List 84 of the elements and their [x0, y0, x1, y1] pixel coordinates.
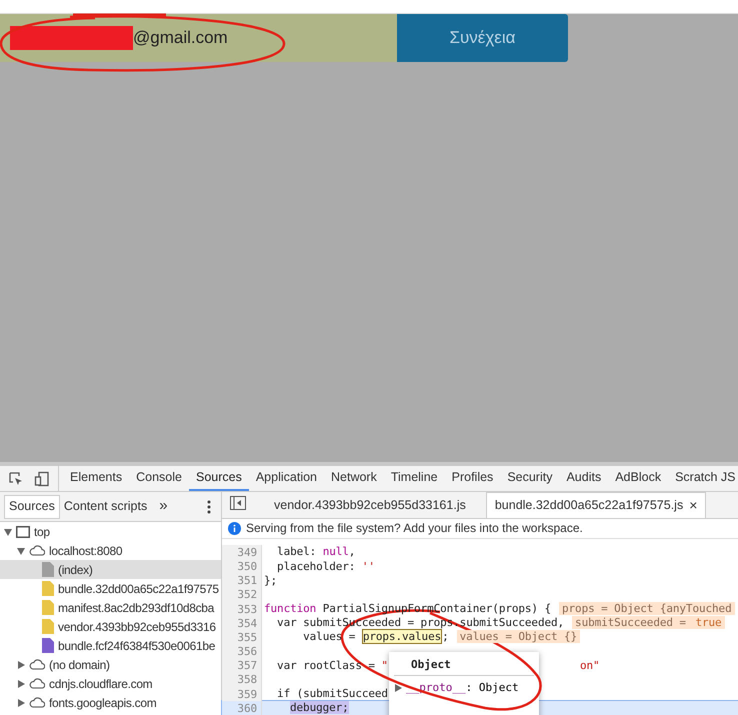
- file-item[interactable]: bundle.32dd00a65c22a1f97575: [0, 579, 221, 598]
- file-icon: [42, 619, 54, 634]
- line-number: 357: [222, 658, 262, 672]
- devtools-tab[interactable]: Scratch JS: [668, 466, 738, 491]
- devtools-tab[interactable]: Timeline: [384, 466, 445, 491]
- tab-label: bundle.32dd00a65c22a1f97575.js: [494, 497, 684, 514]
- cloud-icon: [29, 697, 45, 708]
- devtools-tab[interactable]: Network: [324, 466, 384, 491]
- code-text: };: [264, 574, 278, 587]
- close-icon[interactable]: ×: [689, 495, 698, 516]
- code-text: ;: [442, 630, 449, 644]
- code-text: ,: [348, 545, 356, 558]
- cloud-icon: [29, 545, 45, 556]
- cloud-icon: [29, 678, 45, 689]
- line-number: 356: [222, 644, 262, 658]
- navigator-tab[interactable]: Sources: [4, 494, 60, 518]
- tree-item[interactable]: top: [0, 522, 221, 541]
- line-number: 359: [222, 686, 262, 701]
- file-icon: [42, 600, 54, 615]
- device-icon[interactable]: [34, 470, 50, 486]
- collapse-triangle-icon[interactable]: [17, 546, 25, 554]
- tree-item[interactable]: (no domain): [0, 655, 221, 674]
- file-item[interactable]: bundle.fcf24f6384f530e0061be: [0, 636, 221, 655]
- email-value: @gmail.com: [133, 27, 228, 50]
- line-number: 350: [222, 558, 262, 574]
- navigator-tab[interactable]: Content scripts: [60, 494, 152, 518]
- more-tabs-icon[interactable]: »: [159, 495, 168, 518]
- code-text: label:: [276, 545, 318, 558]
- tree-item[interactable]: localhost:8080: [0, 541, 221, 560]
- expand-triangle-icon: [395, 684, 402, 692]
- devtools-tab[interactable]: Application: [248, 466, 324, 491]
- file-item[interactable]: vendor.4393bb92ceb955d3316: [0, 617, 221, 636]
- string-literal: '': [362, 560, 375, 573]
- popup-title: Object: [411, 657, 451, 673]
- inline-value: values = Object {}: [456, 630, 580, 644]
- devtools-tab[interactable]: Security: [500, 466, 560, 491]
- inline-value: submitSucceeded =: [572, 616, 696, 630]
- line-number: 352: [222, 587, 262, 602]
- frame-icon: [16, 526, 30, 538]
- line-number: 351: [222, 573, 262, 588]
- tab-label: vendor.4393bb92ceb955d33161.js: [274, 496, 466, 514]
- line-number: 354: [222, 616, 262, 630]
- expand-triangle-icon[interactable]: [17, 698, 25, 706]
- keyword: function: [264, 602, 316, 616]
- file-icon: [42, 581, 54, 596]
- file-icon: [42, 638, 54, 653]
- editor-tab[interactable]: vendor.4393bb92ceb955d33161.js: [254, 492, 486, 518]
- collapse-triangle-icon[interactable]: [4, 528, 12, 536]
- line-number: 349: [222, 544, 262, 559]
- continue-button[interactable]: Συνέχεια: [397, 14, 568, 62]
- sidebar-toggle-icon[interactable]: [230, 496, 246, 510]
- line-number: 358: [222, 672, 262, 687]
- expand-triangle-icon[interactable]: [17, 660, 25, 668]
- devtools-tab[interactable]: Audits: [559, 466, 608, 491]
- file-icon: [42, 562, 54, 577]
- menu-icon[interactable]: [207, 500, 211, 514]
- string-literal: ": [381, 658, 388, 672]
- code-text: placeholder:: [276, 560, 356, 573]
- devtools-tab[interactable]: Console: [129, 466, 189, 491]
- inspect-icon[interactable]: [8, 470, 24, 486]
- tree-item[interactable]: cdnjs.cloudflare.com: [0, 674, 221, 693]
- expand-triangle-icon[interactable]: [17, 680, 25, 688]
- code-text: if (submitSucceed: [276, 687, 388, 700]
- email-field[interactable]: @gmail.com: [0, 14, 397, 62]
- editor-tab[interactable]: bundle.32dd00a65c22a1f97575.js ×: [486, 492, 706, 518]
- literal: null: [322, 545, 349, 558]
- line-number: 355: [222, 630, 262, 644]
- hovered-expression[interactable]: props.values: [362, 629, 442, 644]
- code-text: var rootClass =: [276, 658, 376, 672]
- cloud-icon: [29, 659, 45, 670]
- line-number: 353: [222, 602, 262, 616]
- devtools-tab[interactable]: Profiles: [444, 466, 500, 491]
- devtools-tab[interactable]: AdBlock: [608, 466, 668, 491]
- debugger-statement: debugger;: [290, 701, 349, 714]
- code-text: PartialSignupFormContainer(props) {: [322, 602, 551, 616]
- string-literal: on": [580, 658, 600, 672]
- tree-item[interactable]: fonts.googleapis.com: [0, 693, 221, 712]
- inline-value: props = Object {anyTouched: [559, 602, 735, 616]
- info-icon: [228, 522, 241, 535]
- devtools-tab[interactable]: Elements: [63, 466, 130, 491]
- file-item[interactable]: (index): [0, 560, 221, 579]
- inline-value: true: [695, 616, 725, 630]
- info-message: Serving from the file system? Add your files into the workspace.: [246, 520, 583, 538]
- file-item[interactable]: manifest.8ac2db293df10d8cba: [0, 598, 221, 617]
